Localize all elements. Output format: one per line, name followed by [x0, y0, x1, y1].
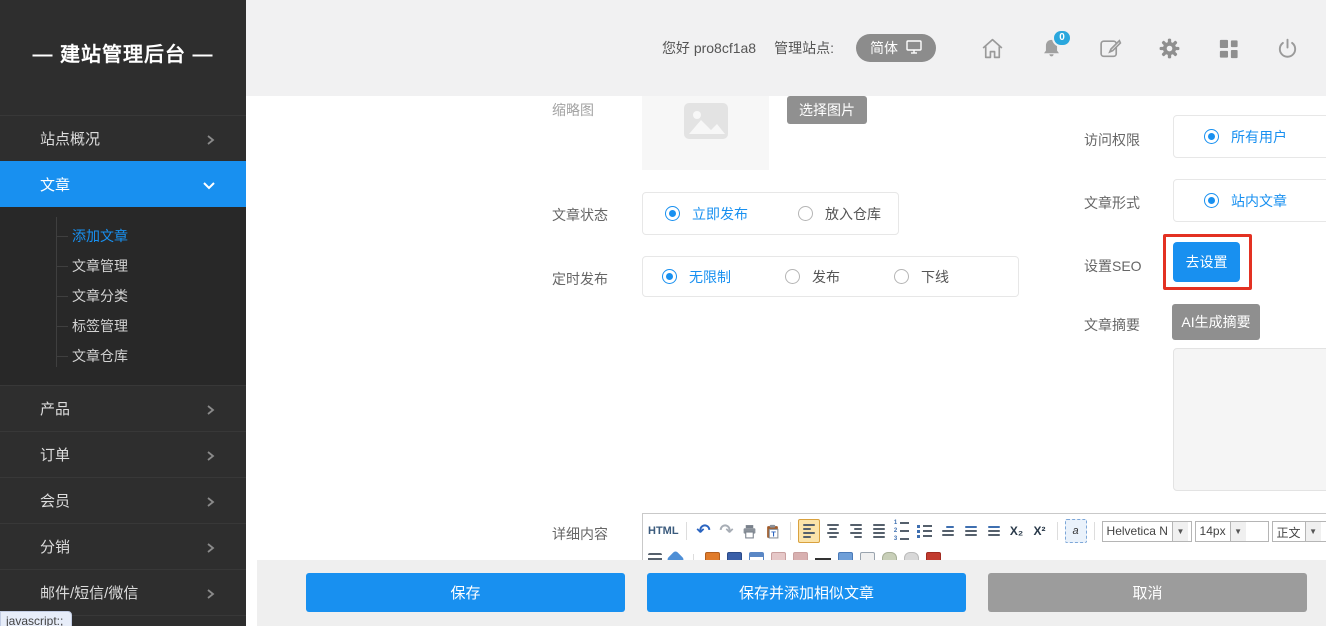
chevron-right-icon — [204, 541, 216, 558]
align-left-icon[interactable] — [798, 519, 820, 543]
cancel-button[interactable]: 取消 — [988, 573, 1307, 612]
chevron-down-icon — [202, 178, 216, 195]
bottom-action-bar: 保存 保存并添加相似文章 取消 — [257, 560, 1326, 626]
ordered-list-icon[interactable]: 123 — [892, 520, 912, 542]
radio-unselected-icon[interactable] — [894, 269, 909, 284]
print-icon[interactable] — [740, 520, 760, 542]
timed-publish-group: 无限制 发布 下线 — [642, 256, 1019, 297]
align-right-icon[interactable] — [846, 520, 866, 542]
chevron-right-icon — [204, 403, 216, 420]
chevron-right-icon — [204, 495, 216, 512]
editor-toolbar: HTML ↶ ↷ T 123 X₂ — [643, 514, 1326, 548]
language-label: 简体 — [870, 38, 898, 58]
timed-publish-label: 定时发布 — [552, 269, 608, 289]
submenu-item-add-article[interactable]: 添加文章 — [72, 221, 246, 251]
articles-submenu: 添加文章 文章管理 文章分类 标签管理 文章仓库 — [0, 207, 246, 385]
indent-decrease-icon[interactable] — [984, 520, 1004, 542]
sidebar-item-articles[interactable]: 文章 — [0, 161, 246, 207]
sidebar-item-site-overview[interactable]: 站点概况 — [0, 115, 246, 161]
save-button[interactable]: 保存 — [306, 573, 625, 612]
settings-gear-icon[interactable] — [1156, 35, 1182, 61]
submenu-item-tag-management[interactable]: 标签管理 — [72, 311, 246, 341]
seo-label: 设置SEO — [1084, 256, 1142, 276]
svg-text:T: T — [771, 529, 776, 538]
article-form-group: 站内文章 站外链接 — [1173, 179, 1326, 222]
sidebar-item-products[interactable]: 产品 — [0, 385, 246, 431]
image-placeholder-icon — [683, 102, 729, 145]
paste-icon[interactable]: T — [763, 520, 783, 542]
ai-summary-button[interactable]: AI生成摘要 — [1172, 304, 1260, 340]
sidebar: — 建站管理后台 — 站点概况 文章 添加文章 文章管理 文章分类 标签管理 文… — [0, 0, 246, 626]
thumbnail-label: 缩略图 — [552, 100, 594, 120]
font-family-select[interactable]: Helvetica N▼ — [1102, 521, 1192, 542]
summary-textarea[interactable] — [1173, 348, 1326, 491]
anchor-icon[interactable]: a — [1065, 519, 1087, 543]
apps-grid-icon[interactable] — [1215, 35, 1241, 61]
sidebar-item-orders[interactable]: 订单 — [0, 431, 246, 477]
radio-option-publish-now[interactable]: 立即发布 — [665, 204, 748, 224]
radio-selected-icon[interactable] — [665, 206, 680, 221]
seo-settings-button[interactable]: 去设置 — [1173, 242, 1240, 282]
save-and-add-similar-button[interactable]: 保存并添加相似文章 — [647, 573, 966, 612]
logout-power-icon[interactable] — [1274, 35, 1300, 61]
radio-selected-icon[interactable] — [1204, 193, 1219, 208]
paragraph-format-select[interactable]: 正文▼ — [1272, 521, 1326, 542]
undo-icon[interactable]: ↶ — [694, 520, 714, 542]
summary-label: 文章摘要 — [1084, 315, 1140, 335]
first-line-indent-icon[interactable] — [938, 520, 958, 542]
radio-unselected-icon[interactable] — [798, 206, 813, 221]
site-logo: — 建站管理后台 — — [0, 38, 246, 67]
chevron-right-icon — [204, 133, 216, 150]
access-label: 访问权限 — [1084, 130, 1140, 150]
admin-page: 缩略图 选择图片 文章状态 立即发布 放入仓库 定时发布 无限制 — [0, 0, 1326, 626]
radio-option-to-warehouse[interactable]: 放入仓库 — [798, 204, 881, 224]
subscript-icon[interactable]: X₂ — [1007, 520, 1027, 542]
radio-selected-icon[interactable] — [1204, 129, 1219, 144]
unordered-list-icon[interactable] — [915, 520, 935, 542]
user-greeting: 您好 pro8cf1a8 — [662, 38, 756, 58]
article-form-label: 文章形式 — [1084, 193, 1140, 213]
chevron-right-icon — [204, 449, 216, 466]
sidebar-item-members[interactable]: 会员 — [0, 477, 246, 523]
font-size-select[interactable]: 14px▼ — [1195, 521, 1269, 542]
manage-site-label: 管理站点: — [774, 38, 834, 58]
monitor-icon — [906, 40, 922, 57]
radio-option-offline[interactable]: 下线 — [894, 267, 949, 287]
sidebar-item-distribution[interactable]: 分销 — [0, 523, 246, 569]
radio-option-all-users[interactable]: 所有用户 — [1204, 127, 1287, 147]
edit-icon[interactable] — [1097, 35, 1123, 61]
home-icon[interactable] — [979, 35, 1005, 61]
html-source-button[interactable]: HTML — [648, 520, 679, 542]
radio-option-publish[interactable]: 发布 — [785, 267, 840, 287]
notification-bell-icon[interactable]: 0 — [1038, 35, 1064, 61]
status-bar-link-hint: javascript:; — [0, 611, 72, 626]
submenu-item-article-warehouse[interactable]: 文章仓库 — [72, 341, 246, 371]
redo-icon[interactable]: ↷ — [717, 520, 737, 542]
indent-increase-icon[interactable] — [961, 520, 981, 542]
radio-selected-icon[interactable] — [662, 269, 677, 284]
justify-icon[interactable] — [869, 520, 889, 542]
radio-option-no-limit[interactable]: 无限制 — [662, 267, 731, 287]
chevron-right-icon — [204, 587, 216, 604]
radio-unselected-icon[interactable] — [785, 269, 800, 284]
submenu-item-article-category[interactable]: 文章分类 — [72, 281, 246, 311]
submenu-item-article-management[interactable]: 文章管理 — [72, 251, 246, 281]
choose-image-button[interactable]: 选择图片 — [787, 96, 867, 124]
radio-option-onsite-article[interactable]: 站内文章 — [1204, 191, 1287, 211]
content-label: 详细内容 — [552, 524, 608, 544]
superscript-icon[interactable]: X² — [1030, 520, 1050, 542]
access-group: 所有用户 仅会员 — [1173, 115, 1326, 158]
article-status-label: 文章状态 — [552, 205, 608, 225]
language-toggle[interactable]: 简体 — [856, 34, 936, 62]
sidebar-item-mail-sms-wechat[interactable]: 邮件/短信/微信 — [0, 569, 246, 615]
top-header: 您好 pro8cf1a8 管理站点: 简体 0 — [246, 0, 1326, 96]
article-status-group: 立即发布 放入仓库 — [642, 192, 899, 235]
notification-badge: 0 — [1052, 29, 1072, 47]
align-center-icon[interactable] — [823, 520, 843, 542]
